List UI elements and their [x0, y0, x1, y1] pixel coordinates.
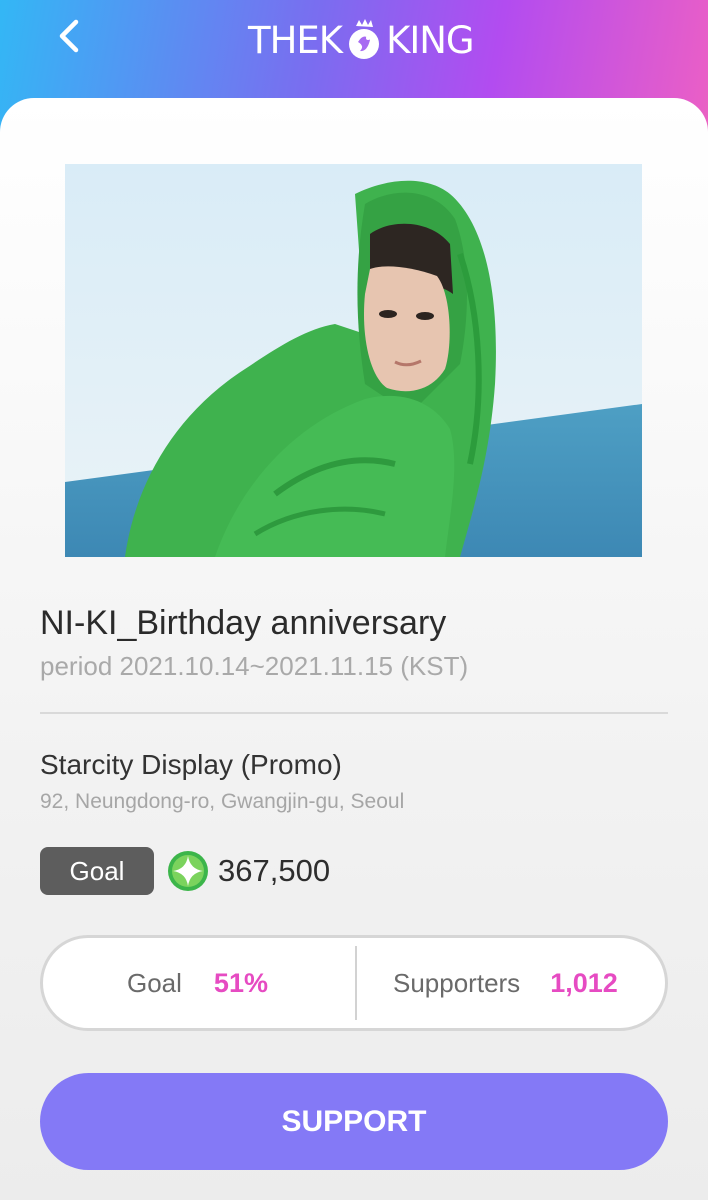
funding-card: NI-KI_Birthday anniversary period 2021.1… [0, 98, 708, 1200]
project-title: NI-KI_Birthday anniversary [40, 604, 447, 642]
goal-stat-label: Goal [127, 967, 182, 998]
goal-badge: Goal [40, 847, 154, 895]
project-photo [65, 164, 642, 557]
venue-name: Starcity Display (Promo) [40, 749, 342, 780]
logo-text-left: THEK [248, 18, 343, 62]
stats-divider [355, 946, 357, 1020]
back-button[interactable] [46, 10, 92, 62]
stats-panel: Goal 51% Supporters 1,012 [40, 935, 668, 1031]
venue-address: 92, Neungdong-ro, Gwangjin-gu, Seoul [40, 790, 405, 813]
app-header: THEK KING [0, 0, 708, 110]
supporters-stat-label: Supporters [393, 967, 521, 998]
section-divider [40, 712, 668, 714]
support-button[interactable]: SUPPORT [40, 1073, 668, 1170]
supporters-stat-value: 1,012 [550, 967, 618, 998]
goal-amount: 367,500 [218, 853, 331, 888]
chevron-left-icon [59, 19, 79, 53]
logo-text-right: KING [386, 18, 475, 62]
project-period: period 2021.10.14~2021.11.15 (KST) [40, 651, 469, 681]
green-star-icon [168, 851, 208, 891]
goal-stat-value: 51% [213, 967, 268, 998]
supporters-stat: Supporters 1,012 [393, 938, 618, 1028]
crown-icon [349, 19, 380, 59]
goal-stat: Goal 51% [127, 938, 268, 1028]
app-logo: THEK KING [248, 16, 475, 64]
